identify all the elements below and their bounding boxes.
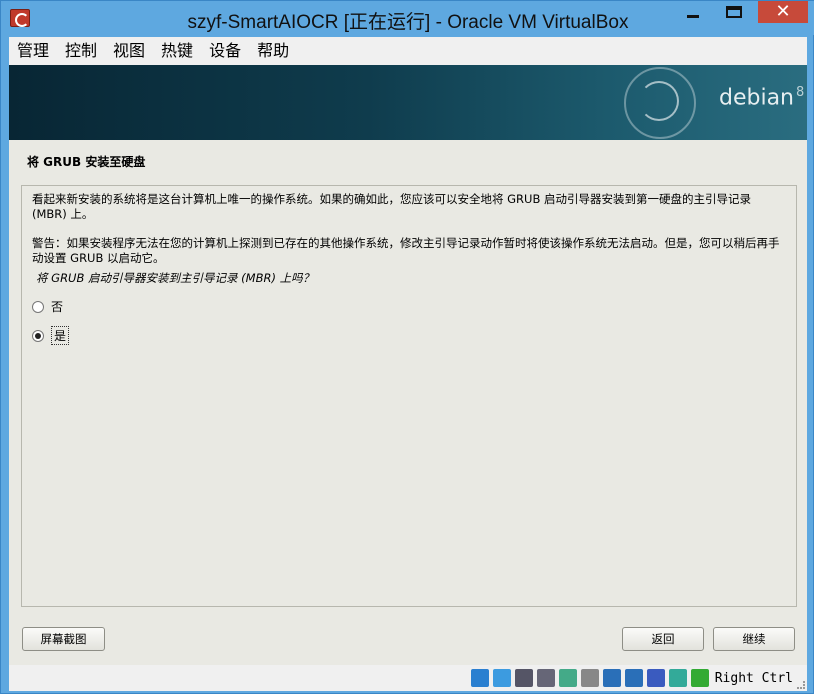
description-paragraph: 看起来新安装的系统将是这台计算机上唯一的操作系统。如果的确如此，您应该可以安全地… bbox=[32, 192, 752, 221]
usb-icon[interactable] bbox=[558, 669, 577, 687]
close-button[interactable]: ✕ bbox=[758, 1, 808, 23]
radio-no[interactable] bbox=[32, 300, 44, 313]
question-text: 将 GRUB 启动引导器安装到主引导记录 (MBR) 上吗？ bbox=[36, 271, 315, 285]
maximize-icon bbox=[726, 6, 742, 18]
installer-panel: 看起来新安装的系统将是这台计算机上唯一的操作系统。如果的确如此，您应该可以安全地… bbox=[21, 185, 797, 607]
arrow-down-icon[interactable] bbox=[690, 669, 709, 687]
mouse-integration-icon[interactable] bbox=[668, 669, 687, 687]
radio-yes[interactable] bbox=[32, 329, 44, 342]
menu-control[interactable]: 控制 bbox=[57, 37, 105, 65]
menu-hotkeys[interactable]: 热键 bbox=[153, 37, 201, 65]
guest-screen[interactable]: debian 8 将 GRUB 安装至硬盘 看起来新安装的系统将是这台计算机上唯一… bbox=[9, 65, 807, 665]
minimize-button[interactable] bbox=[679, 1, 707, 23]
menu-bar: 管理 控制 视图 热键 设备 帮助 bbox=[9, 37, 807, 65]
device-icons bbox=[470, 669, 713, 687]
warning-paragraph: 警告：如果安装程序无法在您的计算机上探测到已存在的其他操作系统，修改主引导记录动… bbox=[32, 236, 780, 265]
menu-help[interactable]: 帮助 bbox=[249, 37, 297, 65]
menu-manage[interactable]: 管理 bbox=[9, 37, 57, 65]
title-bar[interactable]: szyf-SmartAIOCR [正在运行] - Oracle VM Virtu… bbox=[1, 1, 814, 35]
network-icon[interactable] bbox=[536, 669, 555, 687]
menu-view[interactable]: 视图 bbox=[105, 37, 153, 65]
virtualization-icon[interactable] bbox=[646, 669, 665, 687]
video-capture-icon[interactable] bbox=[624, 669, 643, 687]
brand-version: 8 bbox=[796, 85, 805, 100]
audio-icon[interactable] bbox=[514, 669, 533, 687]
screenshot-button[interactable]: 屏幕截图 bbox=[22, 627, 105, 651]
resize-grip-icon[interactable] bbox=[797, 681, 805, 689]
option-no[interactable]: 否 bbox=[32, 298, 63, 315]
display-icon[interactable] bbox=[602, 669, 621, 687]
continue-button[interactable]: 继续 bbox=[713, 627, 795, 651]
status-bar: Right Ctrl bbox=[9, 665, 807, 691]
debian-swirl-inner bbox=[639, 81, 679, 121]
debian-brand: debian 8 bbox=[719, 85, 804, 110]
minimize-icon bbox=[687, 14, 699, 18]
host-key-label: Right Ctrl bbox=[714, 670, 793, 686]
maximize-button[interactable] bbox=[719, 1, 749, 23]
menu-devices[interactable]: 设备 bbox=[201, 37, 249, 65]
close-icon: ✕ bbox=[775, 1, 791, 22]
debian-banner: debian 8 bbox=[9, 65, 807, 140]
back-button[interactable]: 返回 bbox=[622, 627, 704, 651]
option-yes[interactable]: 是 bbox=[32, 326, 70, 345]
hard-disk-icon[interactable] bbox=[470, 669, 489, 687]
virtualbox-window: szyf-SmartAIOCR [正在运行] - Oracle VM Virtu… bbox=[0, 0, 814, 694]
optical-disk-icon[interactable] bbox=[492, 669, 511, 687]
option-no-label: 否 bbox=[51, 300, 64, 314]
page-title: 将 GRUB 安装至硬盘 bbox=[27, 155, 146, 169]
brand-name: debian bbox=[719, 85, 795, 111]
option-yes-label: 是 bbox=[51, 326, 70, 345]
shared-folders-icon[interactable] bbox=[580, 669, 599, 687]
